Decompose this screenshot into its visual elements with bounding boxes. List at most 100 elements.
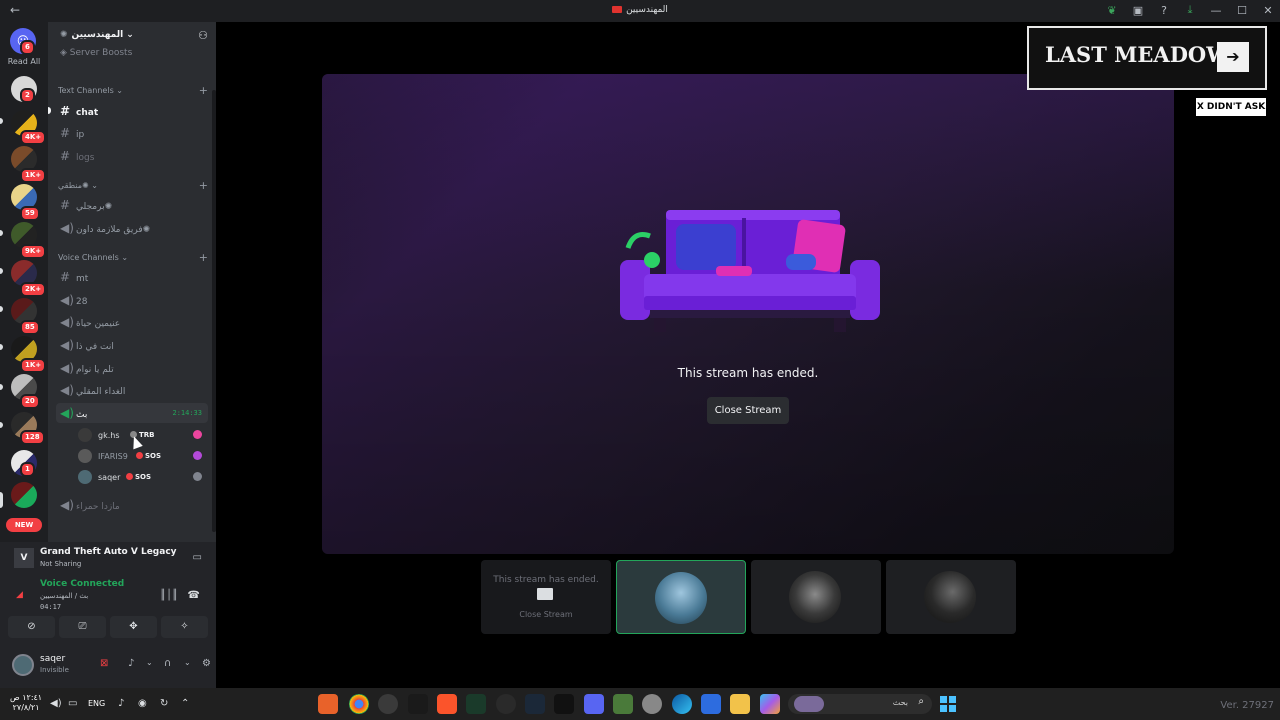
voice-channel[interactable]: ◀) تلم يا نوام: [56, 358, 208, 378]
server-boosts[interactable]: ◈ Server Boosts: [60, 48, 132, 58]
voice-channel[interactable]: ◀) الغداء المقلي: [56, 380, 208, 400]
avatar: [655, 572, 707, 624]
title-bar-icons: ❦ ▣ ? ⤓ — ☐ ✕: [1106, 3, 1274, 17]
voice-channel-28[interactable]: ◀) 28: [56, 290, 208, 310]
taskbar: ١٢:٤١ ص ٢٧/٨/٢١ ◀) ▭ ENG ♪ ◉ ↻ ⌃ بحث ⌕: [0, 688, 1280, 720]
channel-ip[interactable]: # ip: [56, 123, 208, 143]
voice-channel[interactable]: ◀) انت في ذا: [56, 335, 208, 355]
voice-user[interactable]: IFARIS9 SOS: [78, 448, 208, 466]
app-icon-copilot[interactable]: [760, 694, 780, 714]
search-highlight: [794, 696, 824, 712]
app-icon[interactable]: [554, 694, 574, 714]
tile-close-stream[interactable]: Close Stream: [481, 610, 611, 619]
disconnect-icon[interactable]: ☎: [188, 590, 200, 601]
video-off-icon[interactable]: ⊠: [100, 658, 108, 669]
add-channel-icon[interactable]: +: [199, 179, 208, 192]
chevron-down-icon[interactable]: ⌄: [146, 658, 153, 667]
voice-channel[interactable]: ◀) مازدا حمراء: [56, 495, 208, 515]
participant-tile[interactable]: [886, 560, 1016, 634]
arrow-right-icon[interactable]: ➔: [1217, 42, 1249, 72]
maximize-button[interactable]: ☐: [1236, 4, 1248, 17]
microphone-icon[interactable]: ♪: [118, 698, 124, 709]
sidebar-scrollbar[interactable]: [212, 90, 216, 532]
soundboard-button[interactable]: ✧: [161, 616, 208, 638]
promo-banner[interactable]: LAST MEADOW ➔: [1027, 26, 1267, 90]
app-icon[interactable]: [496, 694, 516, 714]
voice-timer: 2:14:33: [172, 409, 202, 417]
hash-icon: #: [60, 104, 71, 118]
inbox-icon[interactable]: ▣: [1132, 4, 1144, 17]
category-voice-channels[interactable]: Voice Channels ⌄ +: [58, 251, 208, 264]
read-all-button[interactable]: Read All: [0, 57, 48, 66]
chevron-down-icon[interactable]: ⌄: [184, 658, 191, 667]
activities-button[interactable]: ✥: [110, 616, 157, 638]
voice-user[interactable]: gk.hs TRB: [78, 427, 208, 445]
stream-tile-ended[interactable]: This stream has ended. Close Stream: [481, 560, 611, 634]
noise-suppression-icon[interactable]: ║│║: [160, 590, 178, 601]
avatar[interactable]: [12, 654, 34, 676]
app-icon-edge[interactable]: [672, 694, 692, 714]
channel-logs[interactable]: # logs: [56, 146, 208, 166]
taskbar-search[interactable]: بحث ⌕: [788, 694, 932, 714]
voice-channel[interactable]: ◀) عنيمين حياة: [56, 312, 208, 332]
hash-icon: #: [60, 270, 71, 284]
language-indicator[interactable]: ENG: [88, 699, 105, 708]
app-icon-store[interactable]: [701, 694, 721, 714]
couch-illustration: [620, 210, 880, 332]
server-badge: 9K+: [20, 244, 47, 259]
category-text-channels[interactable]: Text Channels ⌄ +: [58, 84, 208, 97]
microphone-icon[interactable]: ♪: [128, 658, 134, 669]
network-icon[interactable]: ▭: [68, 698, 77, 709]
app-icon[interactable]: [613, 694, 633, 714]
participant-tile[interactable]: [751, 560, 881, 634]
add-channel-icon[interactable]: +: [199, 251, 208, 264]
edge-tray-icon[interactable]: ◉: [138, 698, 147, 709]
channel-chat[interactable]: # chat: [56, 101, 208, 121]
server-badge: 1K+: [20, 358, 47, 373]
unread-pill: [0, 344, 3, 350]
voice-channel-path[interactable]: بث / المهندسيين: [40, 592, 88, 600]
leaf-icon[interactable]: ❦: [1106, 4, 1118, 17]
volume-icon[interactable]: ◀): [50, 698, 62, 709]
app-icon-excel[interactable]: [466, 694, 486, 714]
voice-channel-active[interactable]: ◀) بث 2:14:33: [56, 403, 208, 423]
close-stream-button[interactable]: Close Stream: [707, 397, 789, 424]
headphones-icon[interactable]: ∩: [164, 658, 171, 669]
channel-arabic-2[interactable]: ◀) فريق ملازمة داون✺: [56, 218, 208, 238]
app-icon[interactable]: [642, 694, 662, 714]
server-header[interactable]: ✺ المهندسيين ⌄ ⚇: [48, 22, 216, 50]
close-window-button[interactable]: ✕: [1262, 4, 1274, 17]
category-arabic[interactable]: منطقي✺ ⌄ +: [58, 179, 208, 192]
voice-user[interactable]: saqer SOS: [78, 469, 208, 487]
add-member-icon[interactable]: ⚇: [198, 29, 208, 42]
screen-share-button[interactable]: ⎚: [59, 616, 106, 638]
voice-connected-title[interactable]: Voice Connected: [40, 579, 124, 589]
minimize-button[interactable]: —: [1210, 4, 1222, 17]
app-icon-g[interactable]: [408, 694, 428, 714]
chevron-up-icon[interactable]: ⌃: [181, 698, 189, 709]
help-icon[interactable]: ?: [1158, 4, 1170, 17]
speaker-icon: ◀): [60, 293, 74, 307]
settings-gear-icon[interactable]: ⚙: [202, 658, 211, 669]
voice-channel-mt[interactable]: # mt: [56, 267, 208, 287]
server-icon[interactable]: [11, 482, 37, 508]
server-badge: 1K+: [20, 168, 47, 183]
add-channel-icon[interactable]: +: [199, 84, 208, 97]
app-icon-brave[interactable]: [437, 694, 457, 714]
channel-arabic-1[interactable]: # برمجلي✺: [56, 195, 208, 215]
download-icon[interactable]: ⤓: [1184, 3, 1196, 17]
share-screen-icon[interactable]: ▭: [193, 552, 202, 563]
hash-icon: #: [60, 149, 71, 163]
avatar: [78, 428, 92, 442]
app-icon-chrome[interactable]: [349, 694, 369, 714]
windows-start-icon[interactable]: [940, 696, 956, 712]
camera-off-button[interactable]: ⊘: [8, 616, 55, 638]
participant-tile[interactable]: [616, 560, 746, 634]
app-icon-files[interactable]: [730, 694, 750, 714]
app-icon-affinity[interactable]: [318, 694, 338, 714]
app-icon[interactable]: [378, 694, 398, 714]
app-icon-steam[interactable]: [525, 694, 545, 714]
sync-icon[interactable]: ↻: [160, 698, 168, 709]
system-clock[interactable]: ١٢:٤١ ص ٢٧/٨/٢١: [10, 693, 42, 713]
app-icon-discord[interactable]: [584, 694, 604, 714]
